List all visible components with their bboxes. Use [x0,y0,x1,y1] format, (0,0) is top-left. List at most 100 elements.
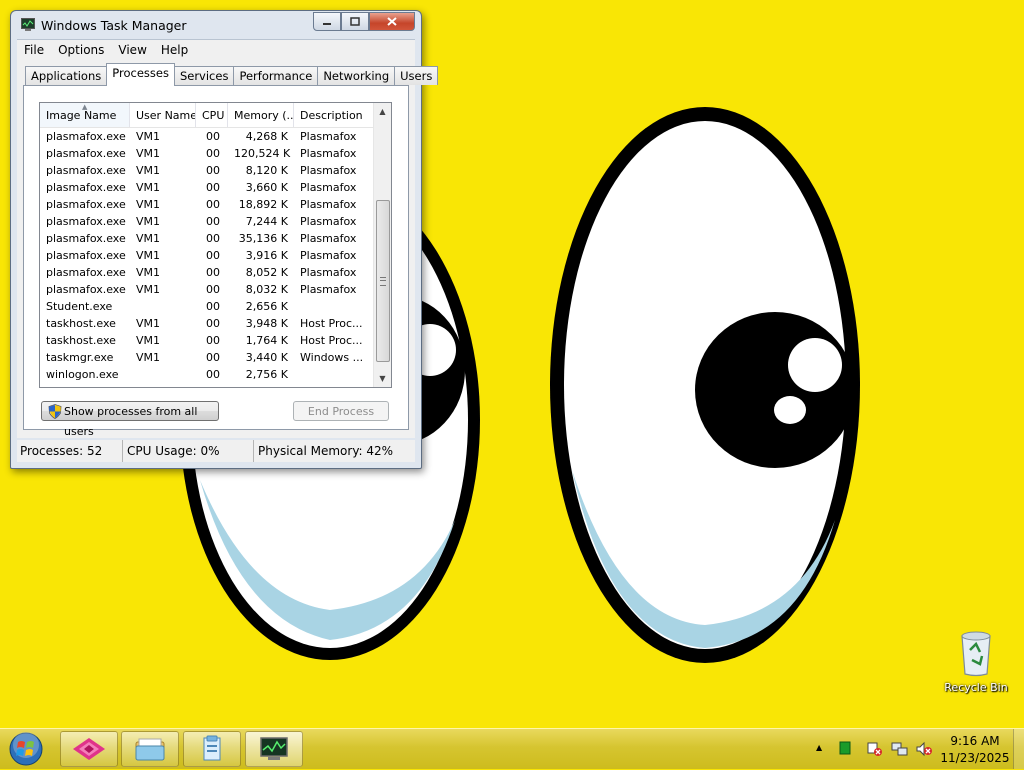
tab-performance[interactable]: Performance [233,66,319,85]
table-row[interactable]: plasmafox.exe VM1 00 8,120 K Plasmafox [40,162,374,179]
title-bar[interactable]: Windows Task Manager [11,11,421,39]
task-manager-app-icon [21,18,35,31]
table-row[interactable]: plasmafox.exe VM1 00 18,892 K Plasmafox [40,196,374,213]
process-memory: 18,892 K [238,198,288,211]
table-row[interactable]: taskhost.exe VM1 00 1,764 K Host Proc... [40,332,374,349]
green-status-icon[interactable] [838,741,852,755]
process-description: Plasmafox [300,266,357,279]
process-memory: 4,268 K [245,130,288,143]
table-row[interactable]: plasmafox.exe VM1 00 120,524 K Plasmafox [40,145,374,162]
taskbar: ▲ 9:16 AM 11/23/2025 [0,728,1024,769]
tab-users[interactable]: Users [394,66,439,85]
column-user-name[interactable]: User Name [130,103,196,127]
column-cpu[interactable]: CPU [196,103,228,127]
show-desktop-button[interactable] [1013,729,1024,769]
task-manager-icon [260,737,288,760]
process-user-name: VM1 [136,130,161,143]
table-row[interactable]: Student.exe 00 2,656 K [40,298,374,315]
process-memory: 3,440 K [245,351,288,364]
show-all-users-button[interactable]: Show processes from all users [41,401,219,438]
table-row[interactable]: plasmafox.exe VM1 00 4,268 K Plasmafox [40,128,374,145]
taskbar-plasmafox[interactable] [60,731,118,767]
process-image-name: taskmgr.exe [46,351,114,364]
process-memory: 7,244 K [245,215,288,228]
student-app-icon [203,735,221,761]
scrollbar-thumb[interactable] [376,200,390,362]
system-clock[interactable]: 9:16 AM 11/23/2025 [940,733,1010,767]
table-row[interactable]: plasmafox.exe VM1 00 8,032 K Plasmafox [40,281,374,298]
process-image-name: plasmafox.exe [46,164,126,177]
status-bar: Processes: 52 CPU Usage: 0% Physical Mem… [17,440,415,462]
process-memory: 120,524 K [234,147,291,160]
column-image-name[interactable]: ▲ Image Name [40,103,130,127]
table-row[interactable]: plasmafox.exe VM1 00 7,244 K Plasmafox [40,213,374,230]
show-all-users-label: Show processes from all users [64,405,198,438]
tab-applications[interactable]: Applications [25,66,108,85]
maximize-icon [350,17,360,26]
recycle-bin[interactable]: Recycle Bin [940,630,1012,694]
process-image-name: Student.exe [46,300,113,313]
table-row[interactable]: plasmafox.exe VM1 00 3,916 K Plasmafox [40,247,374,264]
process-list[interactable]: ▲ Image Name User Name CPU Memory (... D… [39,102,392,388]
process-cpu: 00 [206,130,220,143]
process-cpu: 00 [206,249,220,262]
minimize-button[interactable] [313,12,341,31]
task-manager-window[interactable]: Windows Task Manager File Options View H… [10,10,439,469]
process-cpu: 00 [206,215,220,228]
process-memory: 8,120 K [245,164,288,177]
status-cpu-usage: CPU Usage: 0% [123,440,254,462]
process-memory: 3,916 K [245,249,288,262]
action-center-icon[interactable] [866,741,882,757]
taskbar-student-app[interactable] [183,731,241,767]
table-row[interactable]: winlogon.exe 00 2,756 K [40,366,374,383]
process-image-name: taskhost.exe [46,334,116,347]
process-list-scrollbar[interactable]: ▲ ▼ [373,103,391,387]
table-row[interactable]: plasmafox.exe VM1 00 3,660 K Plasmafox [40,179,374,196]
menu-file[interactable]: File [17,43,51,57]
process-description [294,366,374,383]
column-memory[interactable]: Memory (... [228,103,294,127]
network-icon[interactable] [891,741,909,757]
process-description: Windows ... [300,351,364,364]
end-process-button[interactable]: End Process [293,401,389,421]
tab-services[interactable]: Services [173,66,235,85]
process-description: Host Proc... [300,334,363,347]
table-row[interactable]: plasmafox.exe VM1 00 35,136 K Plasmafox [40,230,374,247]
menu-options[interactable]: Options [51,43,111,57]
clock-date: 11/23/2025 [940,751,1010,765]
uac-shield-icon [48,404,62,419]
process-user-name: VM1 [136,283,161,296]
process-image-name: plasmafox.exe [46,232,126,245]
process-description: Host Proc... [300,317,363,330]
table-row[interactable]: taskhost.exe VM1 00 3,948 K Host Proc... [40,315,374,332]
tab-networking[interactable]: Networking [317,66,396,85]
menu-view[interactable]: View [111,43,153,57]
process-cpu: 00 [206,334,220,347]
status-processes: Processes: 52 [17,440,123,462]
taskbar-task-manager[interactable] [245,731,303,767]
process-cpu: 00 [206,300,220,313]
process-user-name: VM1 [136,266,161,279]
tab-processes[interactable]: Processes [106,63,175,86]
maximize-button[interactable] [341,12,369,31]
show-hidden-icons-icon[interactable]: ▲ [816,743,822,752]
process-description: Plasmafox [300,232,357,245]
start-button[interactable] [6,731,46,767]
process-description: Plasmafox [300,181,357,194]
window-title: Windows Task Manager [41,18,187,33]
process-image-name: plasmafox.exe [46,147,126,160]
taskbar-explorer[interactable] [121,731,179,767]
close-button[interactable] [369,12,415,31]
menu-help[interactable]: Help [154,43,195,57]
process-cpu: 00 [206,283,220,296]
process-cpu: 00 [206,181,220,194]
table-row[interactable]: plasmafox.exe VM1 00 8,052 K Plasmafox [40,264,374,281]
column-description[interactable]: Description [294,103,374,127]
scroll-up-arrow-icon[interactable]: ▲ [374,103,391,120]
volume-muted-icon[interactable] [915,741,933,757]
scroll-down-arrow-icon[interactable]: ▼ [374,370,391,387]
table-row[interactable]: taskmgr.exe VM1 00 3,440 K Windows ... [40,349,374,366]
process-user-name: VM1 [136,164,161,177]
process-user-name: VM1 [136,198,161,211]
process-description: Plasmafox [300,198,357,211]
